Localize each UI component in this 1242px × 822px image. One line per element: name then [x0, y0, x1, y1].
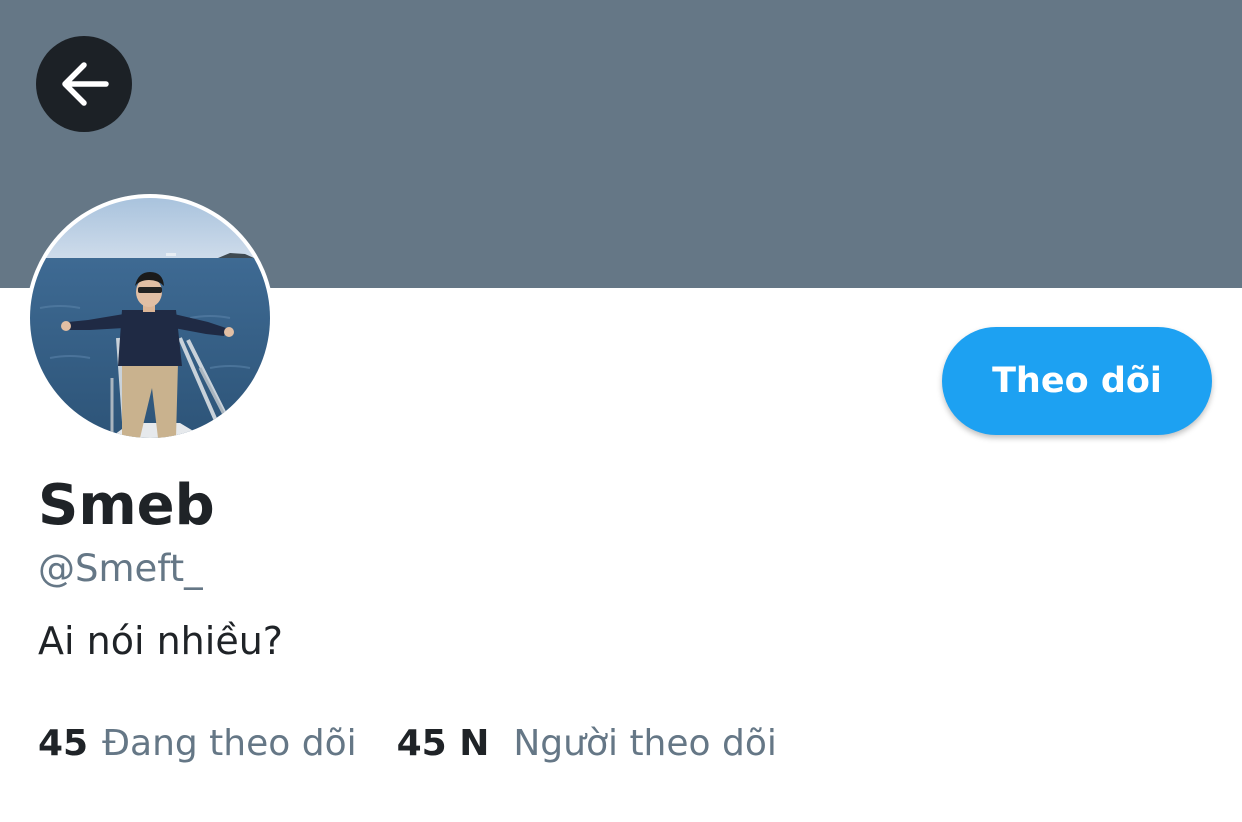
profile-photo: [30, 198, 270, 438]
following-label: Đang theo dõi: [102, 722, 357, 764]
followers-label: Người theo dõi: [513, 722, 777, 764]
follow-button[interactable]: Theo dõi: [942, 327, 1212, 435]
profile-stats: 45 Đang theo dõi 45 N Người theo dõi: [38, 716, 777, 770]
following-link[interactable]: 45 Đang theo dõi: [38, 723, 357, 764]
followers-count: 45 N: [396, 722, 490, 764]
back-button[interactable]: [36, 36, 132, 132]
followers-link[interactable]: 45 N Người theo dõi: [397, 723, 777, 764]
display-name: Smeb: [38, 473, 215, 538]
avatar[interactable]: [26, 194, 274, 442]
user-handle: @Smeft_: [38, 547, 203, 590]
following-count: 45: [38, 722, 89, 764]
profile-bio: Ai nói nhiều?: [38, 619, 283, 663]
arrow-left-icon: [58, 58, 110, 110]
